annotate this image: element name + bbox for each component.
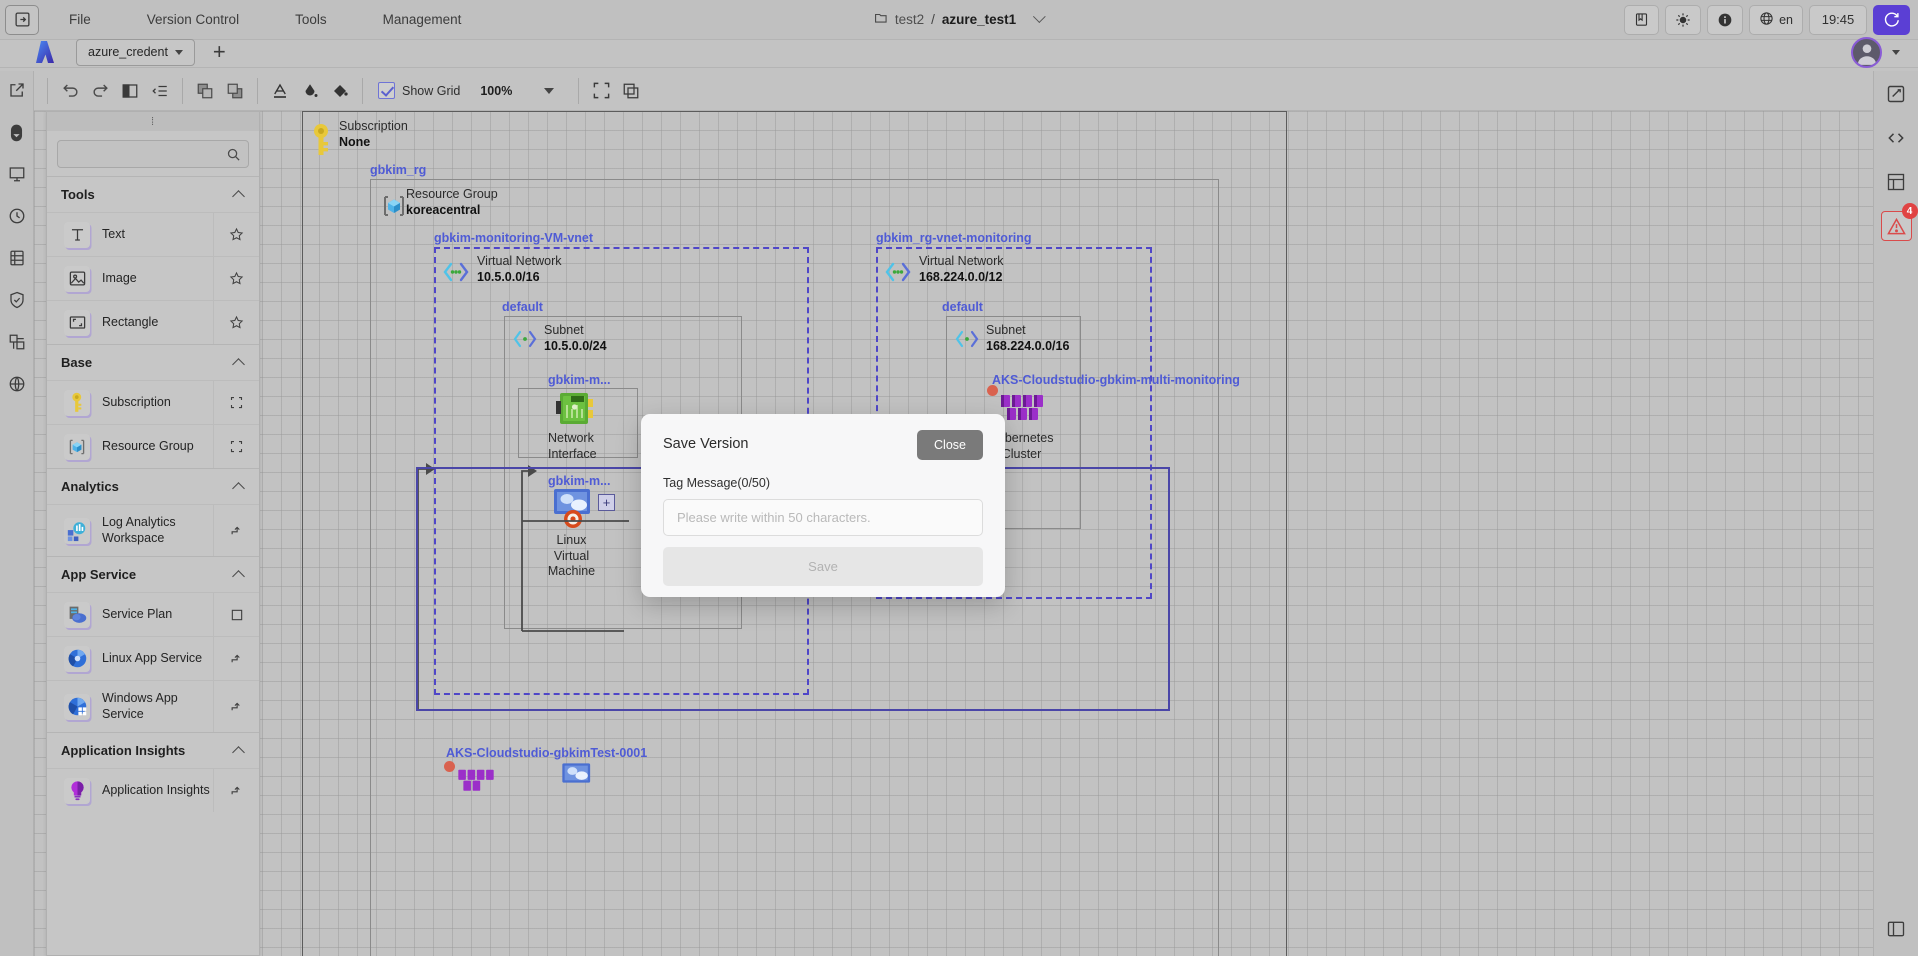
alert-count-badge: 4	[1902, 203, 1918, 219]
fill-color-icon[interactable]	[295, 77, 325, 105]
rail-globe-icon[interactable]	[2, 369, 32, 399]
toggle-panel-icon[interactable]	[115, 77, 145, 105]
caret-down-icon[interactable]	[175, 50, 183, 55]
book-icon[interactable]	[1624, 5, 1659, 35]
language-selector[interactable]: en	[1749, 5, 1803, 35]
user-account-area[interactable]	[1851, 37, 1900, 68]
clock-display[interactable]: 19:45	[1809, 5, 1867, 35]
tab-label: azure_credent	[88, 45, 168, 59]
rail-monitor-icon[interactable]	[2, 159, 32, 189]
save-version-dialog[interactable]: Save Version Close Tag Message(0/50) Sav…	[641, 414, 1005, 597]
rrail-code-icon[interactable]	[1881, 123, 1912, 153]
tag-message-input[interactable]	[663, 499, 983, 536]
save-button[interactable]: Save	[663, 547, 983, 586]
left-icon-rail	[0, 71, 34, 956]
tag-message-label: Tag Message(0/50)	[663, 476, 983, 490]
bring-forward-icon[interactable]	[190, 77, 220, 105]
globe-icon	[1759, 11, 1774, 29]
rail-history-icon[interactable]	[2, 201, 32, 231]
menu-tools[interactable]: Tools	[295, 6, 327, 33]
folder-icon	[874, 11, 888, 28]
indent-icon[interactable]	[145, 77, 175, 105]
menu-version-control[interactable]: Version Control	[147, 6, 239, 33]
rail-database-icon[interactable]	[2, 243, 32, 273]
rail-layers-icon[interactable]	[2, 327, 32, 357]
rrail-book-icon[interactable]	[1881, 914, 1912, 944]
language-label: en	[1779, 13, 1793, 27]
toolbar-divider-2	[182, 78, 183, 104]
zoom-level-value: 100%	[480, 84, 512, 98]
rrail-tree-icon[interactable]	[1881, 167, 1912, 197]
toolbar-divider-4	[362, 78, 363, 104]
show-grid-checkbox[interactable]	[378, 82, 395, 99]
rail-shield-icon[interactable]	[2, 285, 32, 315]
collapse-panel-icon[interactable]	[5, 5, 39, 35]
document-tab-row: azure_credent +	[0, 33, 1918, 71]
rail-export-icon[interactable]	[2, 75, 32, 105]
menu-management[interactable]: Management	[383, 6, 462, 33]
rrail-edit-icon[interactable]	[1881, 79, 1912, 109]
text-color-icon[interactable]	[265, 77, 295, 105]
menu-item-list: File Version Control Tools Management	[69, 6, 517, 33]
rrail-alert-icon[interactable]: 4	[1881, 211, 1912, 241]
rail-download-icon[interactable]	[2, 117, 32, 147]
add-tab-button[interactable]: +	[213, 41, 226, 63]
show-grid-toggle[interactable]: Show Grid	[378, 82, 460, 99]
show-grid-label: Show Grid	[402, 84, 460, 98]
modal-layer: Save Version Close Tag Message(0/50) Sav…	[34, 111, 1873, 956]
dialog-title: Save Version	[663, 430, 748, 452]
tab-azure-credent[interactable]: azure_credent	[76, 39, 195, 66]
avatar[interactable]	[1851, 37, 1882, 68]
breadcrumb-separator: /	[931, 12, 935, 27]
duplicate-icon[interactable]	[616, 77, 646, 105]
redo-icon[interactable]	[85, 77, 115, 105]
breadcrumb-file[interactable]: azure_test1	[942, 12, 1016, 27]
breadcrumb[interactable]: test2 / azure_test1	[874, 11, 1044, 28]
breadcrumb-project[interactable]: test2	[895, 12, 924, 27]
right-icon-rail: 4	[1873, 71, 1918, 956]
azure-logo	[28, 35, 62, 69]
toolbar-divider-5	[578, 78, 579, 104]
brightness-icon[interactable]	[1665, 5, 1701, 35]
account-caret-down-icon[interactable]	[1892, 50, 1900, 55]
send-backward-icon[interactable]	[220, 77, 250, 105]
fullscreen-icon[interactable]	[586, 77, 616, 105]
undo-icon[interactable]	[55, 77, 85, 105]
application-window: File Version Control Tools Management te…	[0, 0, 1918, 956]
info-icon[interactable]	[1707, 5, 1743, 35]
diagram-canvas[interactable]: Subscription None gbkim_rg Resource Grou…	[34, 111, 1873, 956]
editor-toolbar: Show Grid 100%	[0, 71, 1918, 111]
zoom-caret-down-icon[interactable]	[544, 88, 554, 94]
toolbar-divider-3	[257, 78, 258, 104]
top-right-controls: en 19:45	[1624, 5, 1910, 35]
sync-icon[interactable]	[1873, 5, 1910, 35]
close-button[interactable]: Close	[917, 430, 983, 460]
menu-file[interactable]: File	[69, 6, 91, 33]
toolbar-divider	[47, 78, 48, 104]
dialog-header: Save Version Close	[663, 430, 983, 460]
chevron-down-icon[interactable]	[1033, 10, 1046, 23]
paint-bucket-icon[interactable]	[325, 77, 355, 105]
